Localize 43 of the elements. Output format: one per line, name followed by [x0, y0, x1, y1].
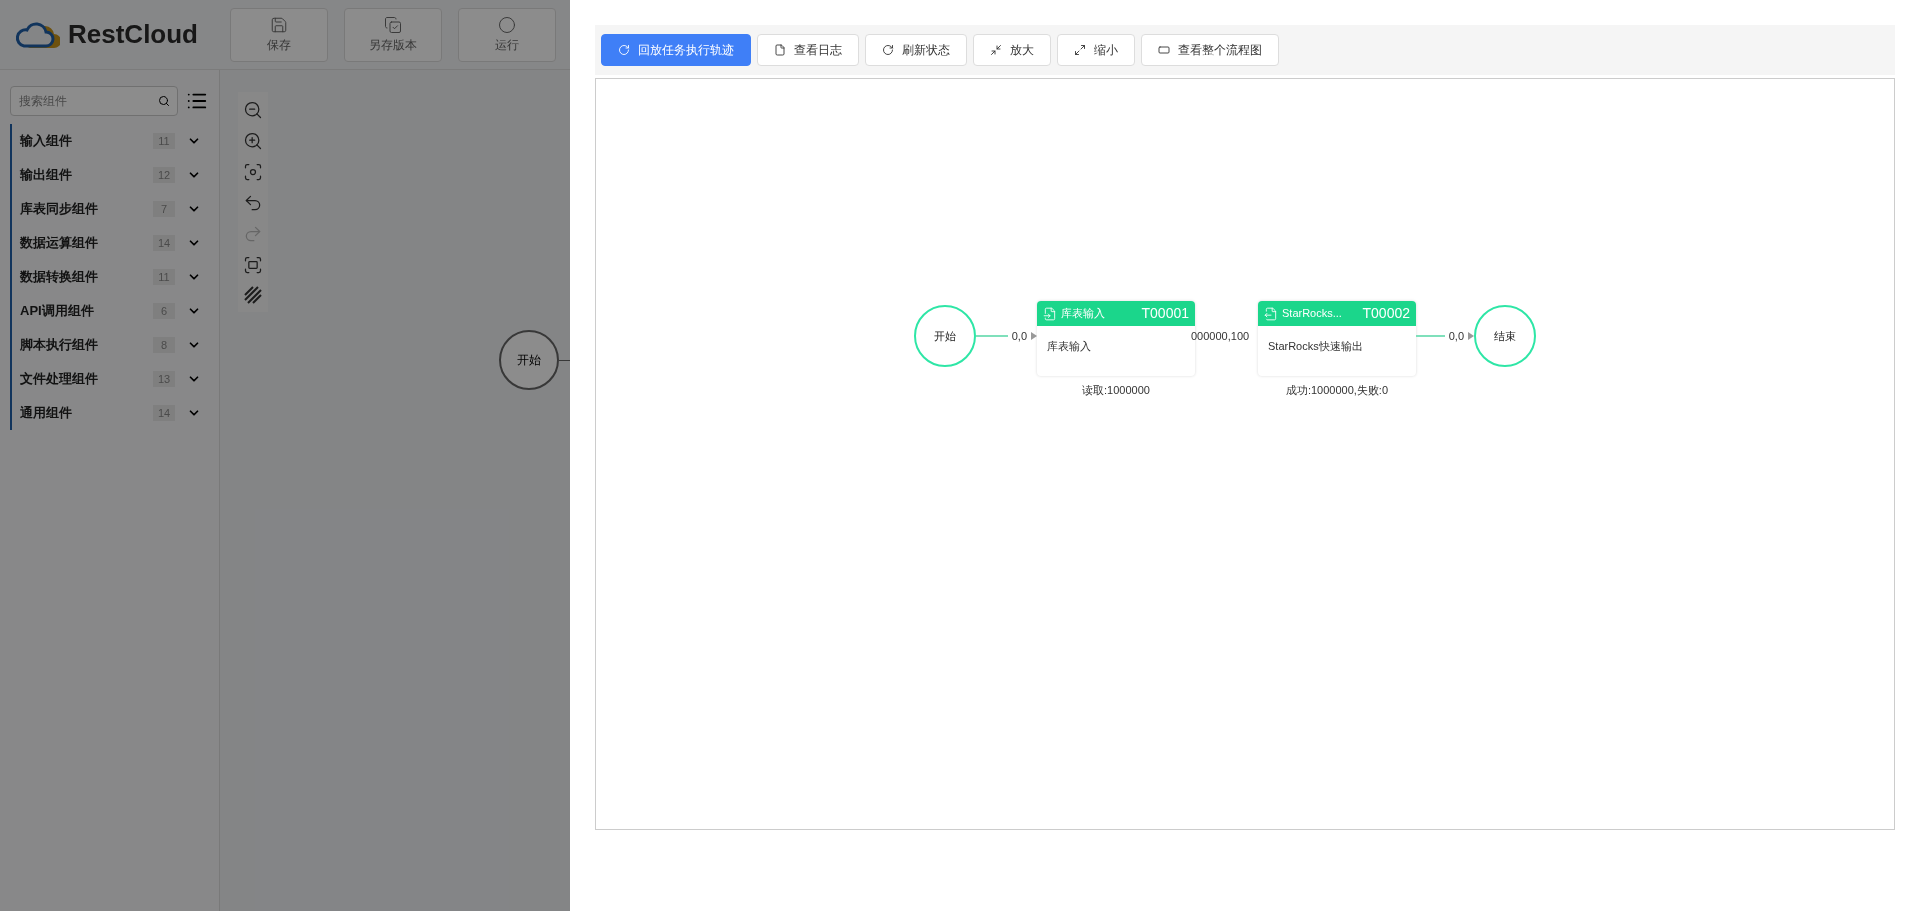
fit-icon[interactable]	[243, 162, 263, 182]
task-icon	[1264, 306, 1278, 321]
task-stat: 成功:1000000,失败:0	[1285, 383, 1389, 398]
task-code: T00001	[1141, 304, 1189, 323]
start-node[interactable]: 开始	[499, 330, 559, 390]
task-stat: 读取:1000000	[1082, 383, 1150, 398]
zoom-out-icon[interactable]	[243, 100, 263, 120]
search-icon	[158, 95, 170, 107]
task-node[interactable]: StarRocks... T00002 StarRocks快速输出	[1258, 301, 1416, 376]
edge-label: 0,0	[1010, 328, 1028, 344]
hatch-icon[interactable]	[244, 286, 262, 304]
drawer-button[interactable]: 查看日志	[757, 34, 859, 66]
frame-icon[interactable]	[243, 255, 263, 275]
toolbar-icon	[498, 15, 516, 34]
drawer-button[interactable]: 缩小	[1057, 34, 1135, 66]
drawer-button[interactable]: 查看整个流程图	[1141, 34, 1279, 66]
start-node[interactable]: 开始	[914, 305, 976, 367]
zoom-in-icon	[990, 44, 1002, 56]
toolbar-button[interactable]: 保存	[230, 7, 328, 62]
task-description: StarRocks快速输出	[1267, 339, 1364, 354]
drawer-button[interactable]: 放大	[973, 34, 1051, 66]
toolbar-button[interactable]: 运行	[458, 7, 556, 62]
drawer-button[interactable]: 刷新状态	[865, 34, 967, 66]
toolbar-icon	[270, 15, 288, 34]
arrowhead-icon	[1468, 332, 1474, 340]
toolbar-button[interactable]: 另存版本	[344, 7, 442, 62]
task-title: StarRocks...	[1282, 306, 1343, 322]
edge-line	[1416, 335, 1445, 337]
task-code: T00002	[1362, 304, 1410, 323]
task-title: 库表输入	[1061, 306, 1106, 322]
zoom-out-icon	[1074, 44, 1086, 56]
drawer-button[interactable]: 回放任务执行轨迹	[601, 34, 751, 66]
edge-label: 0,0	[1447, 328, 1465, 344]
toolbar-icon	[384, 15, 402, 34]
edge-line	[976, 335, 1008, 337]
end-node[interactable]: 结束	[1474, 305, 1536, 367]
undo-icon[interactable]	[243, 193, 263, 213]
replay-icon	[618, 44, 630, 56]
search-field[interactable]: 搜索组件	[10, 86, 178, 116]
refresh-icon	[882, 44, 894, 56]
task-icon	[1043, 306, 1057, 321]
zoom-in-icon[interactable]	[243, 131, 263, 151]
brand-name: RestCloud	[68, 18, 198, 51]
